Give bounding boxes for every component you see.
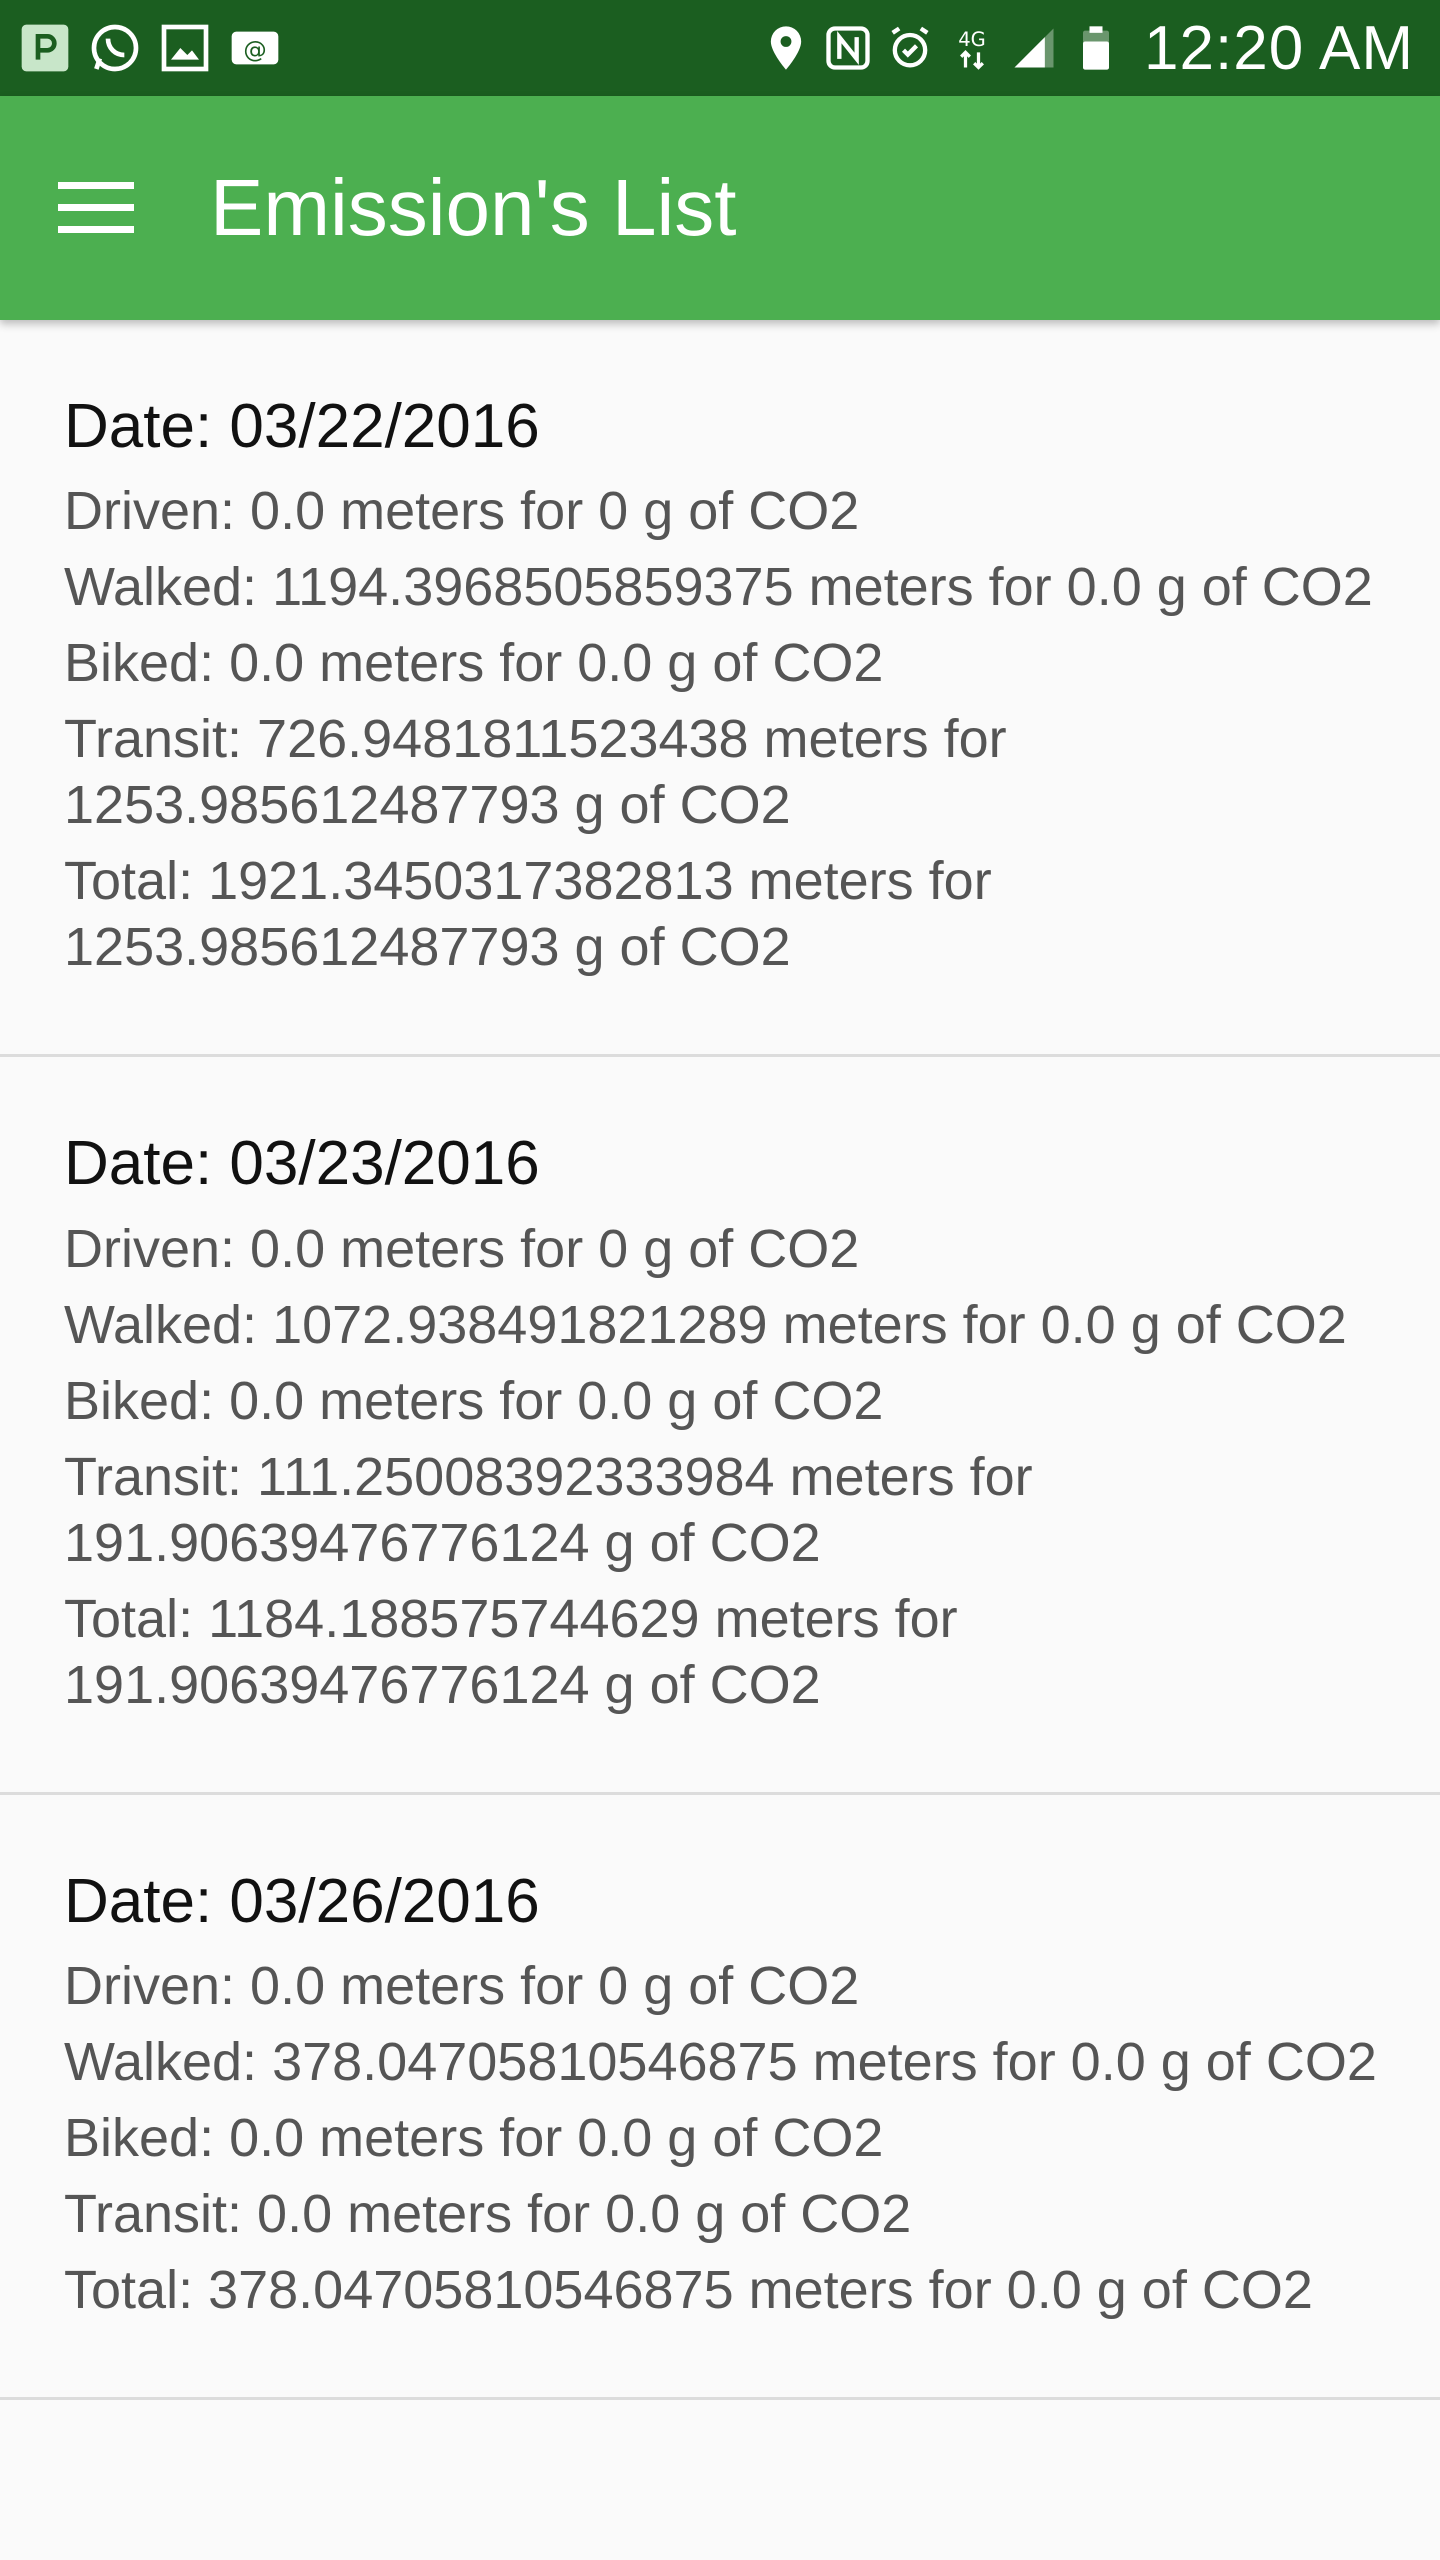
entry-biked: Biked: 0.0 meters for 0.0 g of CO2 xyxy=(64,1370,884,1431)
entry-total: Total: 1184.188575744629 meters for 191.… xyxy=(64,1588,958,1715)
status-bar: @ 4G 12:20 AM xyxy=(0,0,1440,96)
entry-date: Date: 03/26/2016 xyxy=(64,1866,540,1936)
emission-entry[interactable]: Date: 03/22/2016 Driven: 0.0 meters for … xyxy=(0,320,1440,1058)
signal-icon xyxy=(1008,19,1060,77)
hamburger-menu-icon xyxy=(58,182,134,233)
svg-text:@: @ xyxy=(243,35,266,63)
entry-date: Date: 03/23/2016 xyxy=(64,1129,540,1199)
alarm-icon xyxy=(884,19,936,77)
gallery-icon xyxy=(156,19,214,77)
entry-walked: Walked: 1072.938491821289 meters for 0.0… xyxy=(64,1294,1347,1355)
entry-driven: Driven: 0.0 meters for 0 g of CO2 xyxy=(64,1956,860,2017)
entry-walked: Walked: 1194.3968505859375 meters for 0.… xyxy=(64,557,1373,618)
notification-icons: @ xyxy=(16,19,296,77)
whatsapp-icon xyxy=(86,19,144,77)
entry-transit: Transit: 0.0 meters for 0.0 g of CO2 xyxy=(64,2184,912,2245)
email-icon: @ xyxy=(226,19,284,77)
page-title: Emission's List xyxy=(210,163,737,252)
entry-total: Total: 378.04705810546875 meters for 0.0… xyxy=(64,2260,1313,2321)
clock-time: 12:20 AM xyxy=(1144,13,1414,83)
p-app-icon xyxy=(16,19,74,77)
entry-transit: Transit: 726.9481811523438 meters for 12… xyxy=(64,709,1007,836)
emission-list[interactable]: Date: 03/22/2016 Driven: 0.0 meters for … xyxy=(0,320,1440,2560)
entry-driven: Driven: 0.0 meters for 0 g of CO2 xyxy=(64,1218,860,1279)
battery-icon xyxy=(1070,19,1122,77)
app-bar: Emission's List xyxy=(0,96,1440,320)
svg-text:4G: 4G xyxy=(958,28,986,51)
system-icons: 4G 12:20 AM xyxy=(750,13,1414,84)
entry-driven: Driven: 0.0 meters for 0 g of CO2 xyxy=(64,481,860,542)
entry-walked: Walked: 378.04705810546875 meters for 0.… xyxy=(64,2032,1377,2093)
location-icon xyxy=(760,19,812,77)
entry-transit: Transit: 111.25008392333984 meters for 1… xyxy=(64,1446,1033,1573)
4g-lte-icon: 4G xyxy=(946,19,998,77)
emission-entry[interactable]: Date: 03/26/2016 Driven: 0.0 meters for … xyxy=(0,1795,1440,2401)
entry-biked: Biked: 0.0 meters for 0.0 g of CO2 xyxy=(64,633,884,694)
entry-date: Date: 03/22/2016 xyxy=(64,392,540,461)
entry-total: Total: 1921.3450317382813 meters for 125… xyxy=(64,851,992,978)
navigation-drawer-button[interactable] xyxy=(48,160,144,256)
entry-biked: Biked: 0.0 meters for 0.0 g of CO2 xyxy=(64,2108,884,2169)
emission-entry[interactable]: Date: 03/23/2016 Driven: 0.0 meters for … xyxy=(0,1057,1440,1795)
nfc-icon xyxy=(822,19,874,77)
